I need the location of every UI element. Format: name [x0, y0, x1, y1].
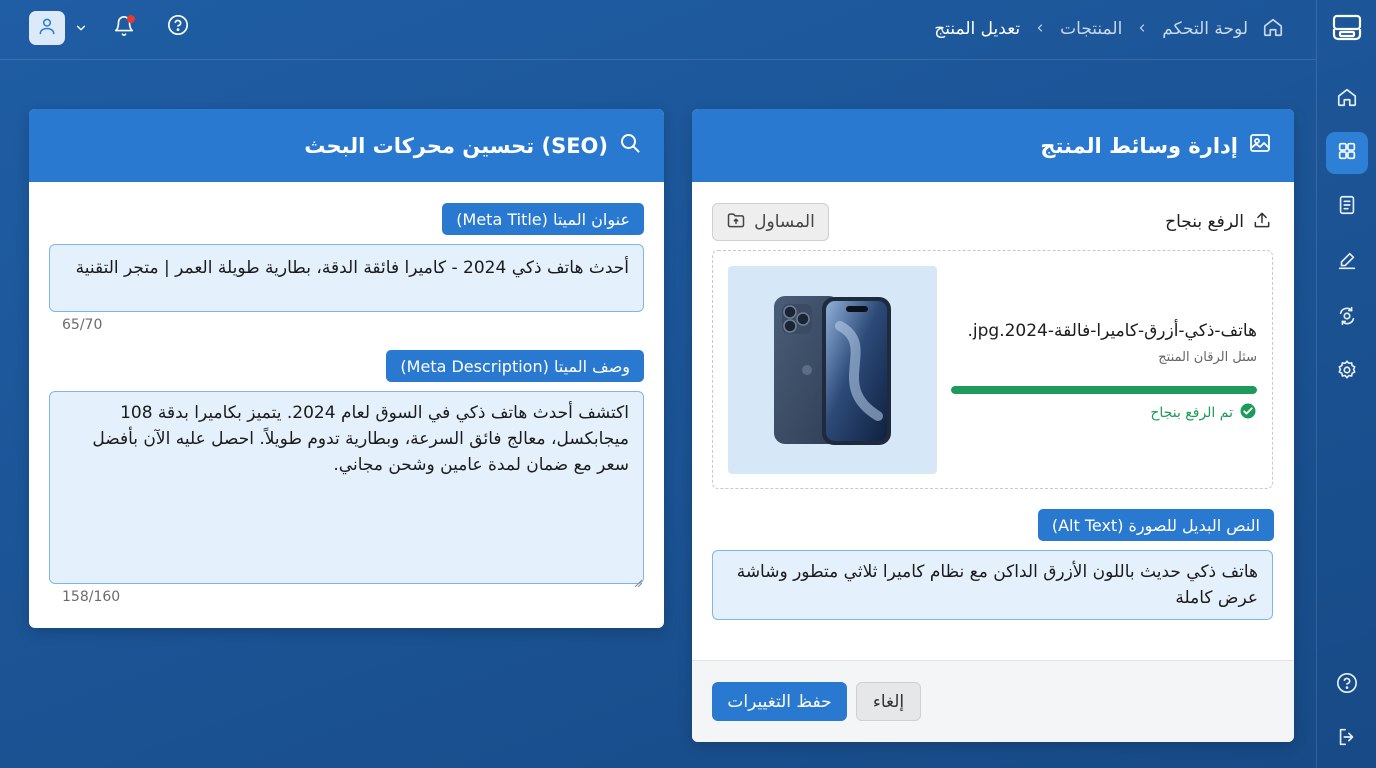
resize-handle-icon[interactable] — [634, 572, 643, 588]
meta-description-textarea[interactable]: اكتشف أحدث هاتف ذكي في السوق لعام 2024. … — [49, 391, 644, 584]
home-icon — [1336, 86, 1358, 112]
sidebar-item-logout[interactable] — [1326, 718, 1368, 760]
seo-card: تحسين محركات البحث (SEO) عنوان الميتا (M… — [29, 109, 664, 628]
document-icon — [1336, 194, 1358, 220]
meta-description-counter: 158/160 — [62, 589, 121, 605]
sidebar-item-orders[interactable] — [1326, 186, 1368, 228]
meta-description-label: وصف الميتا (Meta Description) — [386, 350, 644, 382]
meta-title-label: عنوان الميتا (Meta Title) — [442, 203, 644, 235]
upload-progress-bar — [951, 386, 1257, 394]
chevron-left-icon — [1034, 20, 1046, 39]
save-button[interactable]: حفظ التغييرات — [712, 682, 847, 721]
chevron-left-icon — [1136, 20, 1148, 39]
media-card-header: إدارة وسائط المنتج — [692, 109, 1294, 182]
media-card-title: إدارة وسائط المنتج — [1040, 133, 1238, 158]
image-icon — [1248, 131, 1272, 160]
product-image-thumbnail[interactable] — [728, 266, 937, 474]
meta-title-counter: 65/70 — [62, 317, 103, 333]
app-logo-icon[interactable] — [1331, 12, 1363, 44]
alt-text-input[interactable]: هاتف ذكي حديث باللون الأزرق الداكن مع نظ… — [712, 550, 1273, 620]
grid-icon — [1336, 140, 1358, 166]
chevron-down-icon[interactable] — [72, 18, 90, 38]
edit-icon — [1336, 250, 1358, 276]
breadcrumb-current: تعديل المنتج — [934, 19, 1021, 39]
user-menu-button[interactable] — [29, 11, 65, 45]
sidebar-item-settings[interactable] — [1326, 351, 1368, 393]
breadcrumb-dashboard[interactable]: لوحة التحكم — [1162, 19, 1248, 39]
help-icon — [1336, 672, 1358, 698]
breadcrumb: لوحة التحكم المنتجات تعديل المنتج — [934, 16, 1284, 42]
sidebar-item-help[interactable] — [1326, 664, 1368, 706]
cog-cycle-icon — [1336, 305, 1358, 331]
upload-status-row: الرفع بنجاح — [1165, 210, 1272, 234]
help-button[interactable] — [166, 15, 190, 39]
sidebar-item-edit[interactable] — [1326, 242, 1368, 284]
user-icon — [37, 16, 57, 40]
media-dropzone[interactable]: هاتف-ذكي-أزرق-كاميرا-فالقة-2024.jpg. سثل… — [712, 250, 1273, 489]
cancel-button[interactable]: إلغاء — [856, 682, 921, 721]
drafts-button-label: المساول — [754, 212, 815, 232]
upload-status-label: الرفع بنجاح — [1165, 212, 1244, 232]
help-icon — [167, 14, 189, 40]
sidebar-item-integrations[interactable] — [1326, 297, 1368, 339]
upload-progress-fill — [951, 386, 1257, 394]
drafts-button[interactable]: المساول — [712, 203, 829, 241]
upload-success-text: تم الرفع بنجاح — [1150, 405, 1233, 421]
folder-upload-icon — [726, 210, 746, 235]
file-subtitle: سثل الرقان المنتج — [1158, 350, 1257, 365]
file-name: هاتف-ذكي-أزرق-كاميرا-فالقة-2024.jpg. — [967, 321, 1257, 341]
search-icon — [618, 131, 642, 160]
alt-text-label: النص البديل للصورة (Alt Text) — [1037, 509, 1274, 541]
home-icon[interactable] — [1262, 16, 1284, 42]
upload-success-row: تم الرفع بنجاح — [1150, 403, 1257, 423]
check-circle-icon — [1239, 402, 1257, 424]
seo-card-title: تحسين محركات البحث (SEO) — [304, 133, 608, 158]
gear-icon — [1336, 359, 1358, 385]
sidebar — [1316, 0, 1376, 768]
upload-icon — [1252, 210, 1272, 234]
meta-title-input[interactable]: أحدث هاتف ذكي 2024 - كاميرا فائقة الدقة،… — [49, 244, 644, 312]
sidebar-item-home[interactable] — [1326, 78, 1368, 120]
seo-card-header: تحسين محركات البحث (SEO) — [29, 109, 664, 182]
media-card: إدارة وسائط المنتج الرفع بنجاح المساول ه… — [692, 109, 1294, 742]
notification-dot — [127, 15, 135, 23]
notifications-button[interactable] — [111, 14, 137, 42]
sidebar-item-products[interactable] — [1326, 132, 1368, 174]
breadcrumb-products[interactable]: المنتجات — [1060, 19, 1122, 39]
phone-image — [774, 296, 891, 445]
logout-icon — [1336, 726, 1358, 752]
